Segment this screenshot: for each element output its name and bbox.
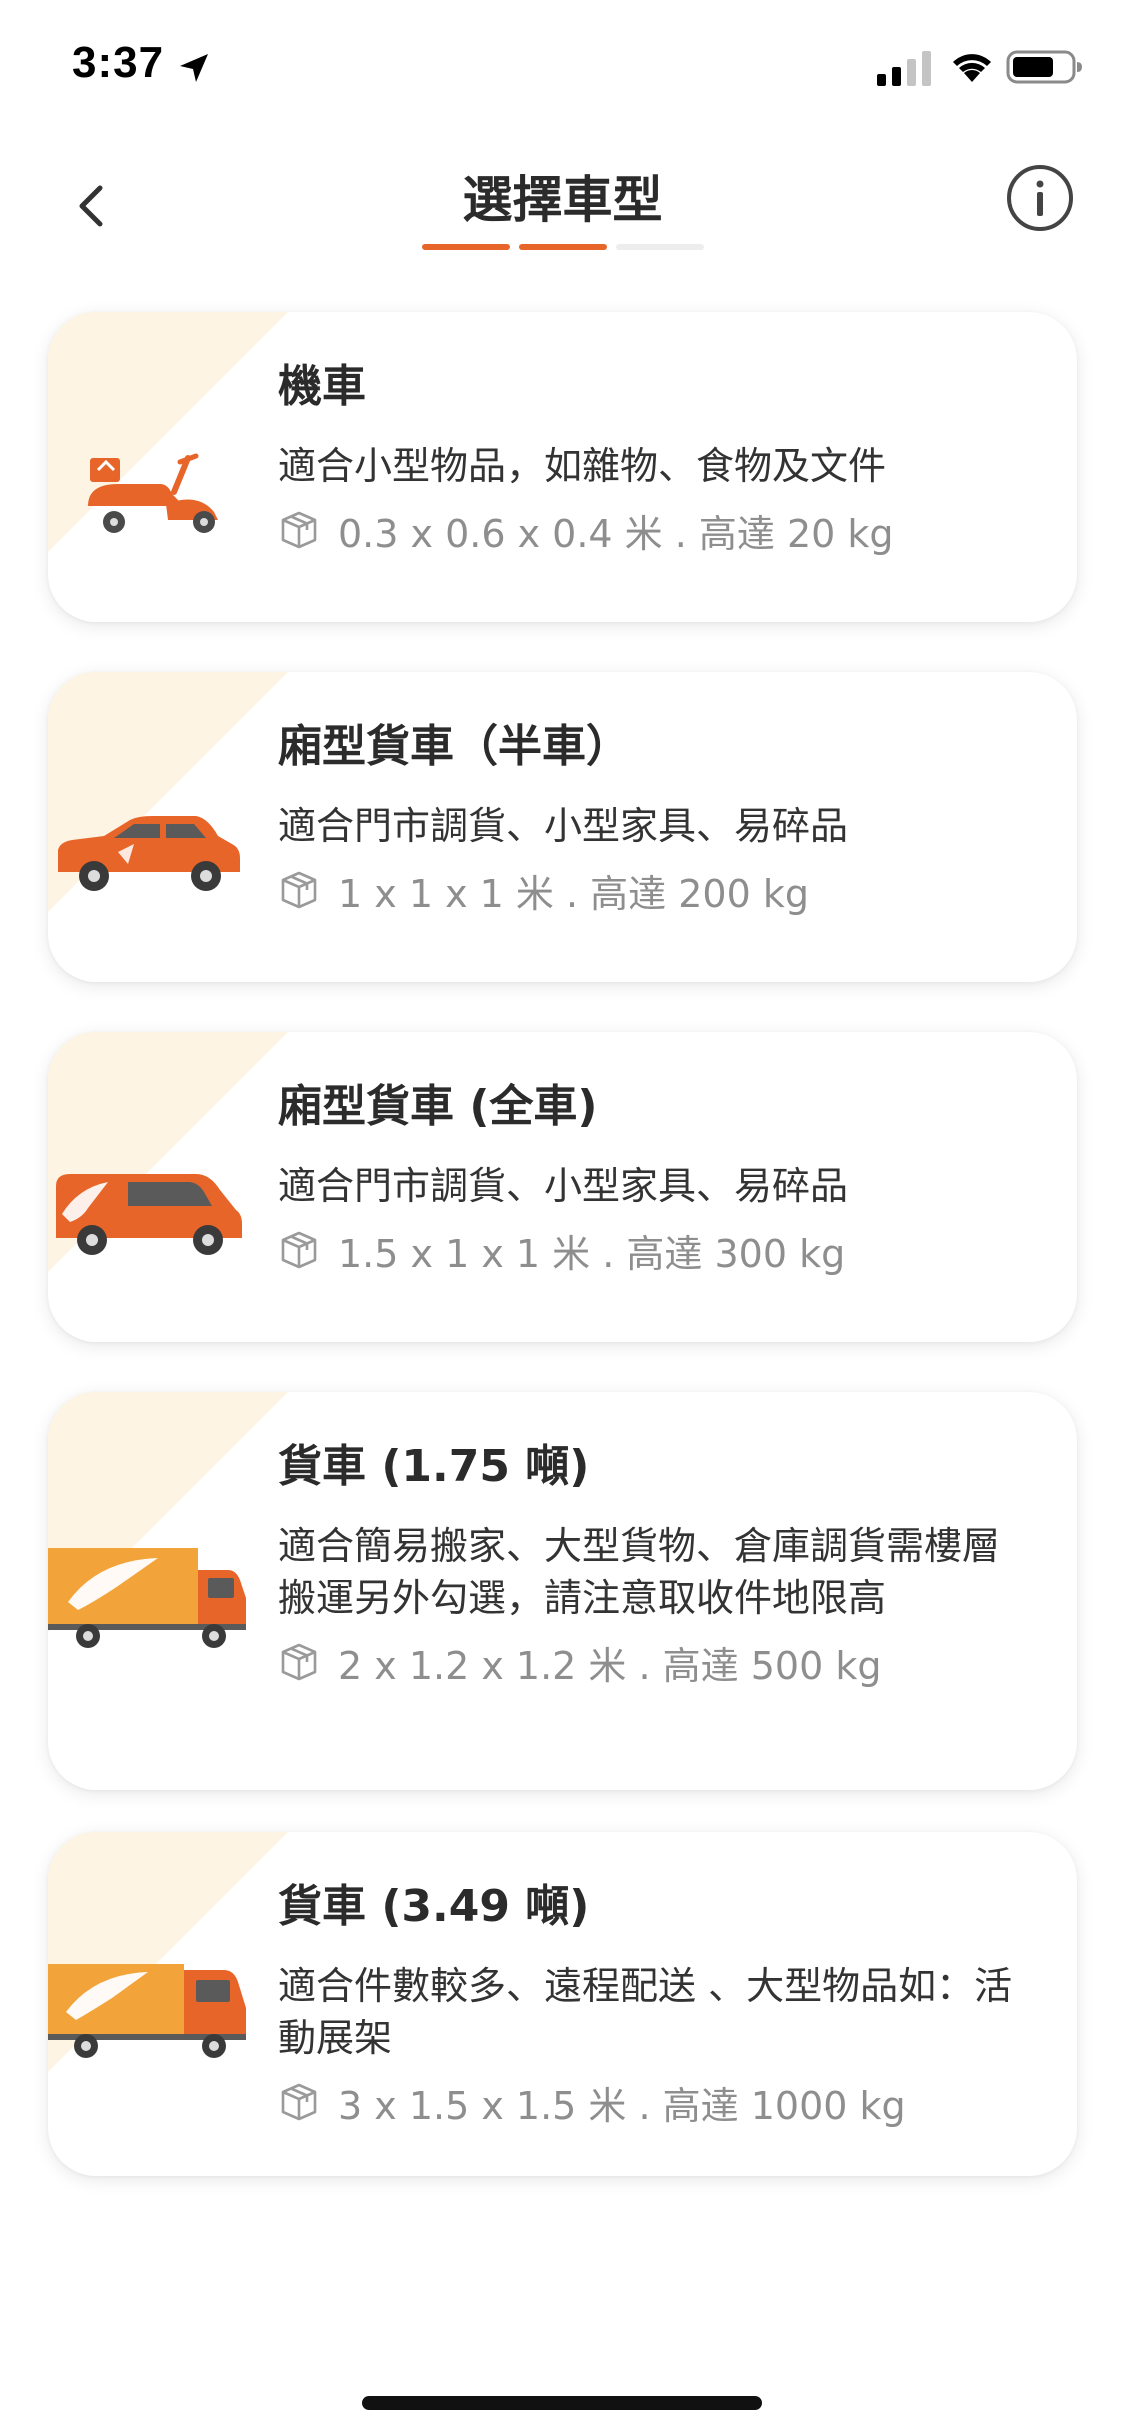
vehicle-spec: 1 x 1 x 1 米 . 高達 200 kg: [278, 866, 1017, 916]
package-box-icon: [281, 2083, 317, 2121]
vehicle-name: 貨車 (1.75 噸): [278, 1441, 590, 1492]
step-2-indicator: [519, 244, 607, 250]
vehicle-option-half-van[interactable]: 廂型貨車（半車） 適合門市調貨、小型家具、易碎品 1 x 1 x 1 米 . 高…: [48, 672, 1077, 982]
vehicle-name: 廂型貨車（半車）: [278, 721, 630, 772]
vehicle-info: 廂型貨車 (全車) 適合門市調貨、小型家具、易碎品 1.5 x 1 x 1 米 …: [278, 1078, 1017, 1276]
vehicle-spec-text: 3 x 1.5 x 1.5 米 . 高達 1000 kg: [338, 2083, 906, 2128]
vehicle-option-scooter[interactable]: 機車 適合小型物品，如雜物、食物及文件 0.3 x 0.6 x 0.4 米 . …: [48, 312, 1077, 622]
vehicle-option-full-van[interactable]: 廂型貨車 (全車) 適合門市調貨、小型家具、易碎品 1.5 x 1 x 1 米 …: [48, 1032, 1077, 1342]
vehicle-info: 廂型貨車（半車） 適合門市調貨、小型家具、易碎品 1 x 1 x 1 米 . 高…: [278, 718, 1017, 916]
screen: 3:37 選擇車型 機車 適合小型物品，如雜物、食物及文件 0.3 x 0.6 …: [0, 0, 1125, 2436]
wifi-icon: [953, 54, 991, 82]
vehicle-name: 機車: [278, 361, 366, 412]
suv-icon: [58, 816, 240, 891]
location-arrow-icon: [180, 54, 208, 82]
package-box-icon: [281, 1231, 317, 1269]
cellular-signal-icon: [877, 51, 931, 86]
vehicle-spec-text: 2 x 1.2 x 1.2 米 . 高達 500 kg: [338, 1643, 882, 1688]
step-1-indicator: [422, 244, 510, 250]
vehicle-spec: 3 x 1.5 x 1.5 米 . 高達 1000 kg: [278, 2078, 1017, 2128]
step-3-indicator: [616, 244, 704, 250]
header: 選擇車型: [0, 150, 1125, 270]
large-truck-icon: [48, 1964, 246, 2058]
vehicle-info: 貨車 (3.49 噸) 適合件數較多、遠程配送 、大型物品如：活動展架 3 x …: [278, 1878, 1017, 2128]
vehicle-spec: 1.5 x 1 x 1 米 . 高達 300 kg: [278, 1226, 1017, 1276]
info-icon[interactable]: [1004, 162, 1076, 234]
vehicle-description: 適合小型物品，如雜物、食物及文件: [278, 444, 887, 488]
vehicle-option-truck-1-75[interactable]: 貨車 (1.75 噸) 適合簡易搬家、大型貨物、倉庫調貨需樓層搬運另外勾選，請注…: [48, 1392, 1077, 1790]
vehicle-spec: 0.3 x 0.6 x 0.4 米 . 高達 20 kg: [278, 506, 1017, 556]
vehicle-info: 機車 適合小型物品，如雜物、食物及文件 0.3 x 0.6 x 0.4 米 . …: [278, 358, 1017, 556]
vehicle-description: 適合簡易搬家、大型貨物、倉庫調貨需樓層搬運另外勾選，請注意取收件地限高: [278, 1524, 1001, 1620]
page-title: 選擇車型: [462, 171, 663, 229]
vehicle-option-truck-3-49[interactable]: 貨車 (3.49 噸) 適合件數較多、遠程配送 、大型物品如：活動展架 3 x …: [48, 1832, 1077, 2176]
van-icon: [56, 1174, 242, 1255]
vehicle-description: 適合門市調貨、小型家具、易碎品: [278, 1164, 849, 1208]
vehicle-spec-text: 0.3 x 0.6 x 0.4 米 . 高達 20 kg: [338, 511, 894, 556]
status-time: 3:37: [72, 38, 165, 87]
vehicle-info: 貨車 (1.75 噸) 適合簡易搬家、大型貨物、倉庫調貨需樓層搬運另外勾選，請注…: [278, 1438, 1017, 1688]
package-box-icon: [281, 1643, 317, 1681]
vehicle-description: 適合門市調貨、小型家具、易碎品: [278, 804, 849, 848]
package-box-icon: [281, 511, 317, 549]
home-indicator[interactable]: [362, 2396, 762, 2410]
vehicle-spec-text: 1 x 1 x 1 米 . 高達 200 kg: [338, 871, 809, 916]
vehicle-spec: 2 x 1.2 x 1.2 米 . 高達 500 kg: [278, 1638, 1017, 1688]
package-box-icon: [281, 871, 317, 909]
vehicle-name: 廂型貨車 (全車): [278, 1081, 598, 1132]
truck-icon: [48, 1548, 246, 1648]
vehicle-description: 適合件數較多、遠程配送 、大型物品如：活動展架: [278, 1964, 1013, 2060]
status-bar: 3:37: [0, 0, 1125, 140]
vehicle-name: 貨車 (3.49 噸): [278, 1881, 590, 1932]
step-progress: [422, 244, 704, 250]
battery-icon: [1006, 50, 1082, 84]
vehicle-spec-text: 1.5 x 1 x 1 米 . 高達 300 kg: [338, 1231, 846, 1276]
scooter-icon: [88, 453, 218, 533]
